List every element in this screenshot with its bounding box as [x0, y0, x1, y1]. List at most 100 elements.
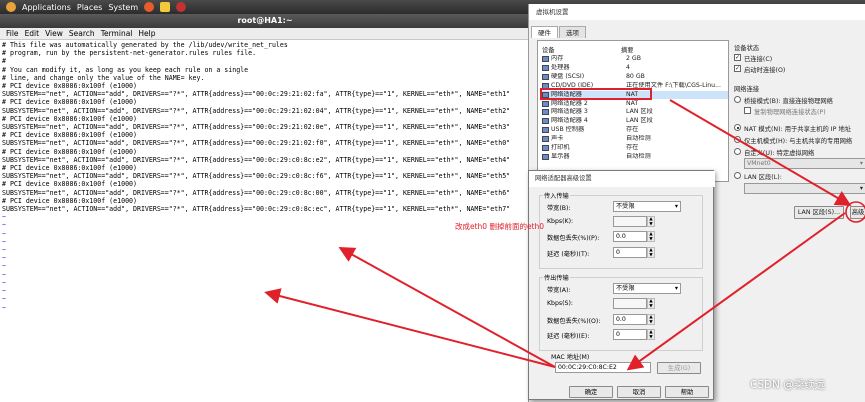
out-latency-input[interactable]: 0: [613, 329, 647, 340]
in-kbps-spinner[interactable]: ▲ ▼: [647, 216, 655, 227]
foot-logo-icon[interactable]: [6, 2, 16, 12]
vim-empty-line-tilde: ~: [2, 278, 6, 287]
vim-empty-line-tilde: ~: [2, 303, 6, 312]
device-name: 硬盘 (SCSI): [551, 72, 585, 80]
device-row[interactable]: 处理器 4: [542, 64, 728, 72]
custom-radio[interactable]: [734, 148, 741, 155]
vim-empty-line-tilde: ~: [2, 262, 6, 271]
terminal-menu-edit[interactable]: Edit: [25, 29, 40, 38]
terminal-line: SUBSYSTEM=="net", ACTION=="add", DRIVERS…: [2, 139, 511, 148]
out-latency-label: 延迟 (毫秒)(E):: [547, 333, 590, 340]
incoming-heading: 传入传输: [543, 191, 570, 200]
out-bandwidth-select[interactable]: 不受限: [613, 283, 681, 294]
firefox-icon[interactable]: [144, 2, 155, 12]
out-bandwidth-label: 带宽(A):: [547, 287, 571, 294]
terminal-menu-help[interactable]: Help: [138, 29, 155, 38]
out-latency-spinner[interactable]: ▲ ▼: [647, 329, 655, 340]
hostonly-radio[interactable]: [734, 136, 741, 143]
terminal-line: # PCI device 0x8086:0x100f (e1000): [2, 98, 137, 107]
terminal-menu-search[interactable]: Search: [69, 29, 95, 38]
ok-button[interactable]: 确定: [569, 386, 613, 398]
help-button[interactable]: 帮助: [665, 386, 709, 398]
device-list: 设备 摘要 内存 2 GB 处理器 4 硬盘 (SCSI) 80 GB CD/DVD (ID…: [537, 40, 729, 182]
device-summary: NAT: [626, 99, 639, 107]
terminal-menu-terminal[interactable]: Terminal: [101, 29, 133, 38]
generate-button[interactable]: 生成(G): [657, 362, 701, 374]
custom-label: 自定义(U): 特定虚拟网络: [744, 150, 815, 157]
device-row[interactable]: 显示器 自动检测: [542, 153, 728, 161]
in-latency-spinner[interactable]: ▲ ▼: [647, 247, 655, 258]
tab-options[interactable]: 选项: [559, 26, 586, 38]
terminal-body[interactable]: # This file was automatically generated …: [0, 40, 530, 402]
terminal-line: SUBSYSTEM=="net", ACTION=="add", DRIVERS…: [2, 106, 511, 115]
in-loss-spinner[interactable]: ▲ ▼: [647, 231, 655, 242]
terminal-menubar: File Edit View Search Terminal Help: [0, 28, 530, 40]
replicate-label: 复制物理网络连接状态(P): [754, 109, 826, 116]
device-column-header: 设备: [542, 47, 555, 54]
device-summary: LAN 区段: [626, 108, 653, 116]
in-loss-input[interactable]: 0.0: [613, 231, 647, 242]
in-kbps-input[interactable]: [613, 216, 647, 227]
terminal-line: SUBSYSTEM=="net", ACTION=="add", DRIVERS…: [2, 172, 511, 181]
bridged-radio[interactable]: [734, 96, 741, 103]
menu-places[interactable]: Places: [77, 3, 102, 12]
device-row[interactable]: 硬盘 (SCSI) 80 GB: [542, 73, 728, 81]
annotation-text: 改成eth0 删掉前面的eth0: [455, 222, 545, 231]
csdn-watermark: CSDN @乘续远: [750, 379, 826, 391]
device-icon: [542, 73, 549, 80]
summary-column-header: 摘要: [621, 47, 634, 54]
lan-segments-button[interactable]: LAN 区段(S)...: [794, 206, 844, 219]
device-row[interactable]: 内存 2 GB: [542, 55, 728, 63]
in-latency-label: 延迟 (毫秒)(T):: [547, 251, 590, 258]
device-row[interactable]: 网络适配器 2 NAT: [542, 100, 728, 108]
vim-empty-line-tilde: ~: [2, 287, 6, 296]
mac-input[interactable]: 00:0C:29:C0:8C:E2: [555, 362, 651, 373]
terminal-line: SUBSYSTEM=="net", ACTION=="add", DRIVERS…: [2, 205, 511, 214]
terminal-line: # PCI device 0x8086:0x100f (e1000): [2, 164, 137, 173]
terminal-menu-view[interactable]: View: [45, 29, 63, 38]
menu-applications[interactable]: Applications: [22, 3, 71, 12]
terminal-menu-file[interactable]: File: [6, 29, 19, 38]
mac-label: MAC 地址(M): [551, 354, 590, 361]
out-loss-spinner[interactable]: ▲ ▼: [647, 314, 655, 325]
vim-empty-line-tilde: ~: [2, 221, 6, 230]
help-icon[interactable]: [176, 2, 187, 12]
device-row[interactable]: 网络适配器 4 LAN 区段: [542, 117, 728, 125]
device-name: 内存: [551, 55, 564, 62]
connected-label: 已连接(C): [744, 56, 773, 63]
out-kbps-spinner[interactable]: ▲ ▼: [647, 298, 655, 309]
mail-icon[interactable]: [160, 2, 171, 12]
device-row[interactable]: 网络适配器 3 LAN 区段: [542, 108, 728, 116]
out-kbps-input[interactable]: [613, 298, 647, 309]
connect-on-power-checkbox[interactable]: ✓: [734, 65, 741, 72]
device-row[interactable]: USB 控制器 存在: [542, 126, 728, 134]
device-icon: [542, 118, 549, 125]
nat-radio[interactable]: [734, 124, 741, 131]
device-name: 声卡: [551, 135, 564, 143]
device-summary: 自动检测: [626, 135, 651, 143]
device-row[interactable]: 打印机 存在: [542, 144, 728, 152]
device-summary: 4: [626, 63, 630, 71]
device-row[interactable]: 声卡 自动检测: [542, 135, 728, 143]
device-summary: 2 GB: [626, 55, 641, 62]
vmnet-select[interactable]: VMnet0: [744, 158, 865, 169]
device-icon: [542, 56, 549, 62]
vim-empty-line-tilde: ~: [2, 295, 6, 304]
menu-system[interactable]: System: [108, 3, 138, 12]
in-bandwidth-select[interactable]: 不受限: [613, 201, 681, 212]
terminal-line: # PCI device 0x8086:0x100f (e1000): [2, 114, 137, 123]
cancel-button[interactable]: 取消: [617, 386, 661, 398]
lan-radio[interactable]: [734, 172, 741, 179]
device-status-heading: 设备状态: [734, 45, 760, 52]
vim-empty-line-tilde: ~: [2, 237, 6, 246]
terminal-line: SUBSYSTEM=="net", ACTION=="add", DRIVERS…: [2, 188, 511, 197]
in-latency-input[interactable]: 0: [613, 247, 647, 258]
tab-hardware[interactable]: 硬件: [531, 26, 558, 38]
connected-checkbox[interactable]: ✓: [734, 54, 741, 61]
device-summary: 存在: [626, 126, 639, 134]
replicate-checkbox[interactable]: [744, 107, 751, 114]
advanced-button[interactable]: 高级: [850, 206, 865, 219]
hostonly-label: 仅主机模式(H): 与主机共享的专用网络: [744, 138, 853, 145]
lan-select[interactable]: [744, 183, 865, 194]
out-loss-input[interactable]: 0.0: [613, 314, 647, 325]
